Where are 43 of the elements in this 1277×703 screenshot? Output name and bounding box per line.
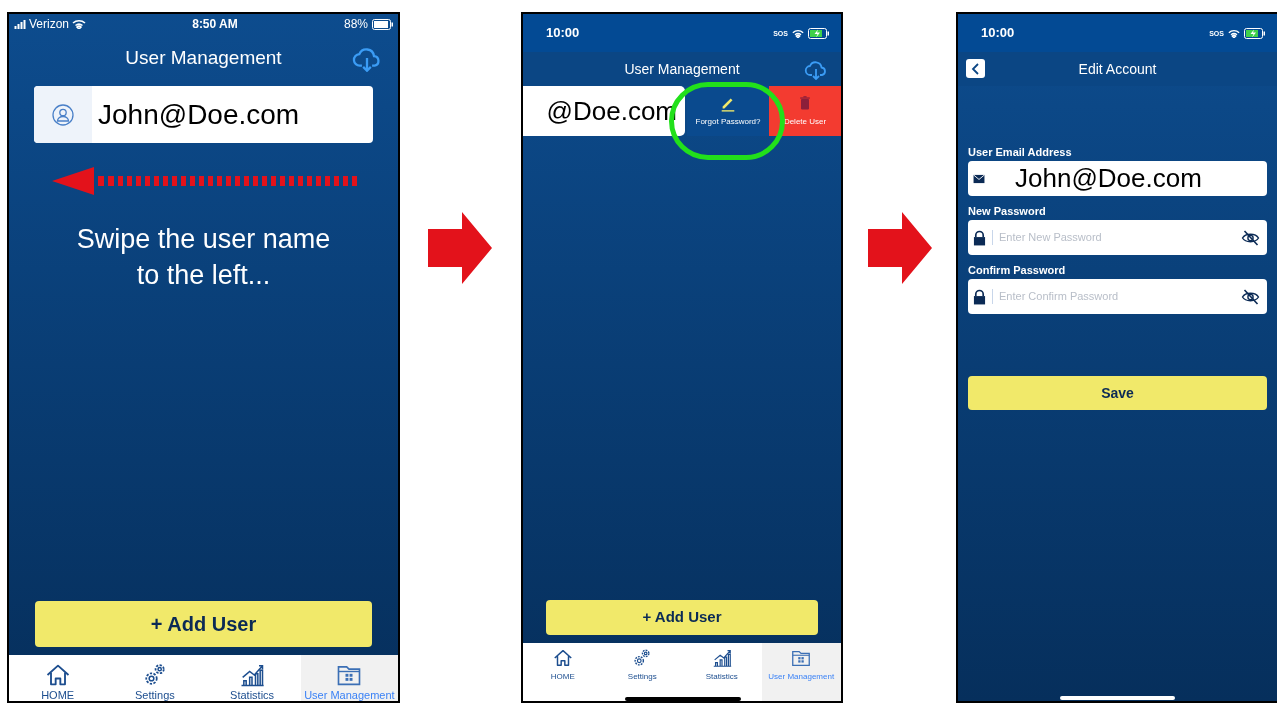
envelope-icon	[973, 173, 985, 184]
field-label: User Email Address	[968, 146, 1073, 159]
cloud-download-icon[interactable]	[803, 58, 829, 80]
padlock-icon	[973, 229, 986, 246]
padlock-icon	[973, 288, 986, 305]
clock-time: 10:00	[546, 24, 580, 43]
eye-slash-icon[interactable]	[1241, 287, 1260, 306]
wifi-icon	[72, 19, 87, 29]
field-label: New Password	[968, 205, 1047, 218]
tab-item[interactable]: Statistics	[203, 655, 301, 701]
trash-icon	[797, 94, 813, 112]
swipe-instruction: Swipe the user name to the left...	[75, 223, 332, 292]
tab-item[interactable]: Statistics	[682, 643, 762, 701]
eye-slash-icon[interactable]	[1241, 228, 1260, 247]
user-email: John@Doe.com	[98, 97, 300, 132]
tab-item[interactable]: User Management	[761, 643, 841, 701]
carrier-name: Verizon	[29, 16, 70, 33]
tab-item[interactable]: Settings	[602, 643, 682, 701]
add-user-button[interactable]: + Add User	[35, 601, 372, 647]
wifi-icon	[1228, 28, 1240, 38]
battery-percentage: 88%	[343, 16, 368, 33]
right-arrow	[868, 212, 932, 284]
tab-item[interactable]: HOME	[9, 655, 107, 701]
right-arrow	[428, 212, 492, 284]
tab-item[interactable]: HOME	[523, 643, 603, 701]
tab-item[interactable]: Settings	[106, 655, 204, 701]
person-icon	[51, 102, 75, 127]
back-button[interactable]	[966, 59, 985, 78]
signal-icon	[14, 19, 26, 29]
screen-title: User Management	[125, 45, 282, 70]
save-button[interactable]: Save	[968, 376, 1267, 410]
add-user-button[interactable]: + Add User	[546, 600, 818, 635]
forgot-password-button[interactable]: Forgot Password?	[687, 86, 769, 136]
email-field[interactable]: John@Doe.com	[968, 161, 1267, 196]
wifi-icon	[792, 28, 804, 38]
screen-title: Edit Account	[1078, 59, 1157, 79]
clock-time: 10:00	[981, 24, 1015, 43]
clock-time: 8:50 AM	[192, 16, 238, 33]
house-icon	[551, 647, 574, 669]
user-row[interactable]: John@Doe.com	[34, 86, 373, 143]
field-label: Confirm Password	[968, 264, 1067, 277]
chevron-left-icon	[971, 62, 980, 75]
screen-title: User Management	[624, 59, 740, 79]
